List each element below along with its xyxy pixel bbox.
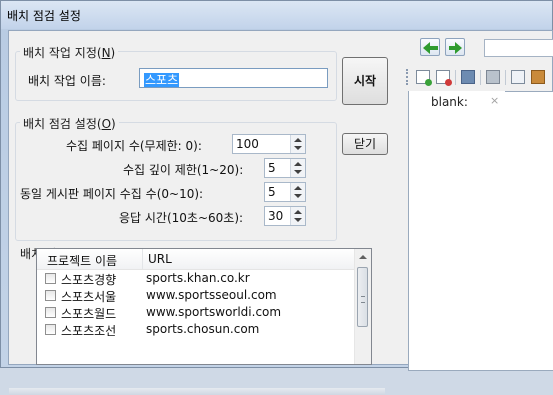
dialog-client-area: 배치 작업 지정(N) 배치 작업 이름: 스포츠 시작 닫기 배치 점검 설정… (8, 30, 553, 395)
arrow-left-icon (423, 42, 430, 54)
spin-up-icon[interactable] (294, 162, 302, 166)
board-page-count-label: 동일 게시판 페이지 수집 수(0~10): (20, 187, 204, 201)
board-page-count-value: 5 (268, 185, 276, 199)
start-button-label: 시작 (353, 74, 377, 88)
spin-up-icon[interactable] (294, 210, 302, 214)
row-project-name: 스포츠월드 (61, 307, 117, 321)
response-time-value: 30 (268, 209, 284, 223)
start-button[interactable]: 시작 (342, 57, 388, 105)
close-button[interactable]: 닫기 (342, 133, 388, 155)
column-project-name[interactable]: 프로젝트 이름 (47, 252, 117, 269)
response-time-spinner[interactable]: 30 (264, 206, 306, 226)
copy-icon[interactable] (511, 70, 525, 84)
row-checkbox[interactable] (45, 324, 56, 335)
scroll-grip-icon (361, 296, 365, 303)
window-title: 배치 점검 설정 (7, 9, 81, 23)
tab-blank[interactable]: blank: × (409, 91, 505, 114)
job-name-input[interactable]: 스포츠 (139, 68, 328, 88)
batch-check-settings-window: 배치 점검 설정 배치 작업 지정(N) 배치 작업 이름: 스포츠 시작 닫기… (0, 0, 553, 395)
back-button[interactable] (420, 38, 440, 56)
horizontal-scrollbar[interactable] (9, 388, 385, 395)
row-project-name: 스포츠조선 (61, 324, 117, 338)
response-time-label: 응답 시간(10초~60초): (119, 211, 244, 225)
spin-down-icon[interactable] (294, 146, 302, 150)
spin-up-icon[interactable] (294, 138, 302, 142)
check-settings-group-label: 배치 점검 설정(O) (20, 115, 119, 132)
job-name-value: 스포츠 (144, 73, 180, 87)
scroll-thumb[interactable] (357, 267, 368, 327)
spin-up-icon[interactable] (294, 186, 302, 190)
board-page-count-spin-buttons[interactable] (290, 183, 305, 201)
delete-page-minus-icon (445, 79, 452, 86)
row-url: sports.chosun.com (146, 322, 260, 336)
arrow-left-shaft (430, 46, 438, 50)
close-button-label: 닫기 (353, 137, 377, 151)
list-item[interactable]: 스포츠월드 www.sportsworldi.com (37, 305, 357, 321)
row-url: www.sportsseoul.com (146, 288, 277, 302)
row-checkbox[interactable] (45, 273, 56, 284)
browser-tab-area: blank: × (408, 91, 553, 371)
delete-page-icon[interactable] (436, 70, 452, 86)
toolbar-separator (505, 70, 506, 85)
spin-down-icon[interactable] (294, 218, 302, 222)
print-icon[interactable] (486, 70, 500, 84)
column-url[interactable]: URL (148, 252, 172, 266)
job-spec-group-label: 배치 작업 지정(N) (20, 44, 119, 61)
response-time-spin-buttons[interactable] (290, 207, 305, 225)
address-bar[interactable] (484, 39, 553, 57)
tab-blank-label: blank: (431, 95, 468, 109)
list-item[interactable]: 스포츠서울 www.sportsseoul.com (37, 288, 357, 304)
row-url: www.sportsworldi.com (146, 305, 282, 319)
page-count-value: 100 (236, 137, 259, 151)
board-page-count-spinner[interactable]: 5 (264, 182, 306, 202)
depth-limit-label: 수집 깊이 제한(1~20): (123, 163, 244, 177)
toolbar-grip-icon (406, 69, 410, 85)
new-page-icon[interactable] (416, 70, 432, 86)
row-project-name: 스포츠서울 (61, 290, 117, 304)
depth-limit-spin-buttons[interactable] (290, 159, 305, 177)
scroll-up-icon[interactable] (359, 255, 367, 259)
page-count-label: 수집 페이지 수(무제한: 0): (66, 139, 202, 153)
toolbar-separator (455, 70, 456, 85)
column-divider[interactable] (142, 249, 143, 269)
browser-pane: blank: × (400, 35, 553, 371)
list-item[interactable]: 스포츠조선 sports.chosun.com (37, 322, 357, 338)
list-item[interactable]: 스포츠경향 sports.khan.co.kr (37, 271, 357, 287)
new-page-plus-icon (425, 79, 432, 86)
row-checkbox[interactable] (45, 307, 56, 318)
depth-limit-value: 5 (268, 161, 276, 175)
spin-down-icon[interactable] (294, 194, 302, 198)
job-name-label: 배치 작업 이름: (28, 74, 106, 88)
page-count-spinner[interactable]: 100 (232, 134, 306, 154)
spin-down-icon[interactable] (294, 170, 302, 174)
depth-limit-spinner[interactable]: 5 (264, 158, 306, 178)
job-list-header: 프로젝트 이름 URL (37, 249, 357, 270)
title-bar[interactable]: 배치 점검 설정 (1, 1, 552, 29)
forward-button[interactable] (445, 38, 465, 56)
job-list[interactable]: 프로젝트 이름 URL 스포츠경향 sports.khan.co.kr 스포츠서… (36, 248, 372, 365)
arrow-right-icon (455, 42, 462, 54)
job-list-scrollbar[interactable] (354, 249, 371, 364)
export-icon[interactable] (531, 70, 545, 84)
row-url: sports.khan.co.kr (146, 271, 250, 285)
close-tab-icon[interactable]: × (490, 94, 499, 107)
save-icon[interactable] (461, 70, 475, 84)
page-count-spin-buttons[interactable] (290, 135, 305, 153)
row-project-name: 스포츠경향 (61, 273, 117, 287)
toolbar-separator (480, 70, 481, 85)
row-checkbox[interactable] (45, 290, 56, 301)
